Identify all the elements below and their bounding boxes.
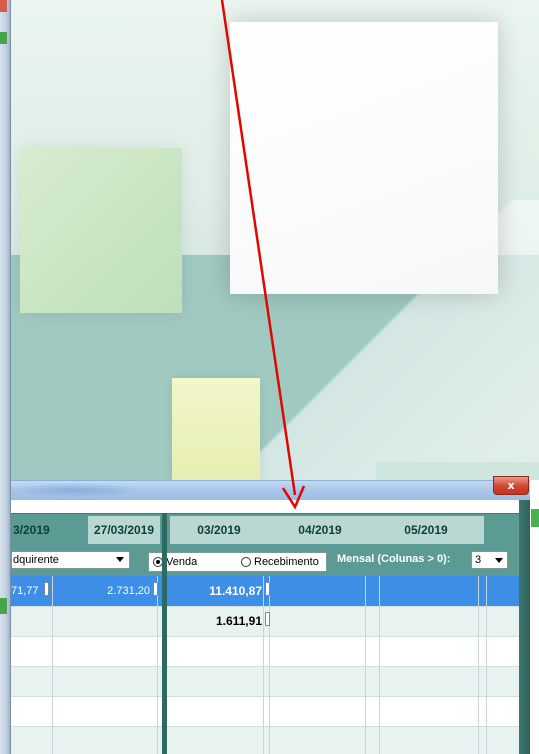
grid-header-top-line bbox=[11, 513, 519, 514]
column-header-1[interactable]: 3/2019 bbox=[13, 516, 73, 544]
row-divider bbox=[11, 666, 519, 667]
column-divider bbox=[52, 576, 53, 754]
radio-unselected-icon bbox=[241, 557, 251, 567]
column-header-2[interactable]: 27/03/2019 bbox=[88, 516, 160, 544]
column-header-4[interactable]: 04/2019 bbox=[268, 516, 372, 544]
column-header-5[interactable]: 05/2019 bbox=[372, 516, 480, 544]
window-close-button[interactable]: x bbox=[493, 476, 529, 495]
right-edge-green-marker bbox=[531, 509, 539, 527]
mensal-columns-value: 3 bbox=[475, 554, 482, 566]
row-divider bbox=[11, 726, 519, 727]
cell-resize-handle[interactable] bbox=[44, 582, 49, 596]
row1-col3-value: 11.410,87 bbox=[209, 584, 262, 598]
radio-venda[interactable]: Venda bbox=[153, 556, 197, 568]
close-icon: x bbox=[507, 479, 515, 492]
radio-recebimento[interactable]: Recebimento bbox=[241, 556, 319, 568]
radio-recebimento-label: Recebimento bbox=[254, 556, 319, 568]
row1-col2-value: 2.731,20 bbox=[107, 585, 150, 597]
wallpaper-green-square bbox=[20, 148, 182, 313]
column-divider bbox=[365, 576, 366, 754]
frozen-pane-splitter[interactable] bbox=[162, 513, 167, 754]
column-divider bbox=[486, 576, 487, 754]
cell-resize-handle[interactable] bbox=[153, 582, 158, 596]
column-header-3[interactable]: 03/2019 bbox=[170, 516, 268, 544]
window-titlebar[interactable] bbox=[11, 480, 530, 500]
mensal-columns-label: Mensal (Colunas > 0): bbox=[337, 553, 451, 565]
cell-resize-handle[interactable] bbox=[265, 612, 270, 626]
column-divider bbox=[157, 576, 158, 754]
left-edge-red-marker bbox=[0, 0, 7, 12]
titlebar-glow bbox=[11, 483, 141, 497]
cell-resize-handle[interactable] bbox=[265, 582, 270, 596]
row-divider bbox=[11, 606, 519, 607]
table-row[interactable] bbox=[11, 666, 519, 696]
adquirente-dropdown-value: dquirente bbox=[13, 554, 59, 566]
left-edge-green-marker-lower bbox=[0, 598, 7, 614]
column-divider bbox=[379, 576, 380, 754]
left-edge-green-marker bbox=[0, 32, 7, 44]
row1-col1-value: 71,77 bbox=[11, 585, 39, 597]
left-window-edge bbox=[0, 0, 11, 754]
table-row[interactable] bbox=[11, 636, 519, 666]
row-divider bbox=[11, 636, 519, 637]
client-right-border bbox=[519, 500, 530, 754]
wallpaper-white-square bbox=[230, 22, 498, 294]
wallpaper-yellow-square bbox=[172, 378, 260, 480]
chevron-down-icon bbox=[495, 558, 503, 563]
table-row[interactable] bbox=[11, 726, 519, 754]
adquirente-dropdown[interactable]: dquirente bbox=[11, 551, 130, 569]
mensal-columns-select[interactable]: 3 bbox=[471, 551, 508, 569]
chevron-down-icon bbox=[116, 557, 124, 562]
row2-col3-value: 1.611,91 bbox=[215, 614, 262, 628]
desktop-wallpaper bbox=[0, 0, 539, 480]
sale-type-radio-group: Venda Recebimento bbox=[148, 552, 327, 572]
column-divider bbox=[263, 576, 264, 754]
column-divider bbox=[269, 576, 270, 754]
radio-venda-label: Venda bbox=[166, 556, 198, 568]
column-divider bbox=[478, 576, 479, 754]
table-row[interactable] bbox=[11, 696, 519, 726]
row-divider bbox=[11, 696, 519, 697]
